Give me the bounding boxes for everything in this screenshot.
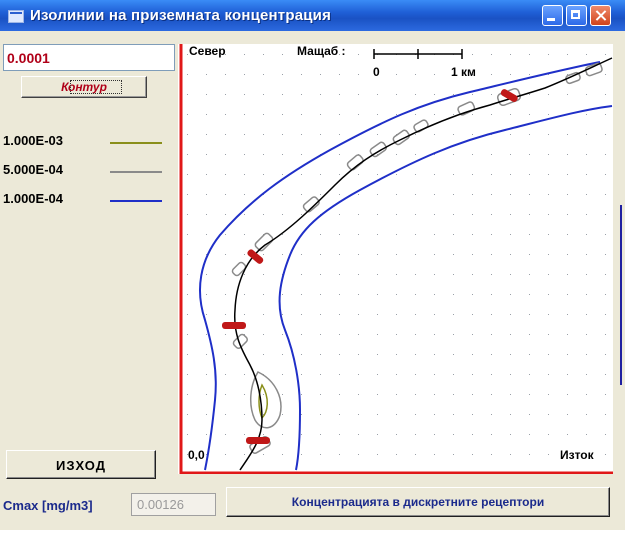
exit-button-label: ИЗХОД xyxy=(55,458,107,473)
receptors-button[interactable]: Концентрацията в дискретните рецептори xyxy=(226,487,610,517)
maximize-button[interactable] xyxy=(566,5,587,26)
legend-label: 1.000E-04 xyxy=(3,191,63,206)
scale-start-label: 0 xyxy=(373,65,380,79)
cmax-value-field[interactable]: 0.00126 xyxy=(131,493,216,516)
scale-end-label: 1 км xyxy=(451,65,476,79)
legend-swatch xyxy=(110,200,162,202)
cmax-label: Cmax [mg/m3] xyxy=(3,498,93,513)
legend-item: 1.000E-04 xyxy=(3,191,178,209)
legend-swatch xyxy=(110,142,162,144)
exit-button[interactable]: ИЗХОД xyxy=(6,450,156,479)
minimize-button[interactable] xyxy=(542,5,563,26)
map-canvas xyxy=(178,44,613,474)
concentration-input[interactable]: 0.0001 xyxy=(3,44,175,71)
window-right-edge xyxy=(620,205,622,385)
scale-label: Мащаб : xyxy=(297,44,346,58)
legend-item: 1.000E-03 xyxy=(3,133,178,151)
contour-button[interactable]: Контур xyxy=(21,76,147,98)
legend-label: 1.000E-03 xyxy=(3,133,63,148)
title-bar[interactable]: Изолинии на приземната концентрация xyxy=(0,0,625,31)
legend-swatch xyxy=(110,171,162,173)
application-window: Изолинии на приземната концентрация 0.00… xyxy=(0,0,625,530)
legend-label: 5.000E-04 xyxy=(3,162,63,177)
legend-item: 5.000E-04 xyxy=(3,162,178,180)
contour-map[interactable] xyxy=(178,44,613,474)
contour-button-label: Контур xyxy=(61,80,107,94)
east-label: Изток xyxy=(560,448,594,462)
north-label: Север xyxy=(189,44,226,58)
grid-dots xyxy=(178,44,613,474)
window-title: Изолинии на приземната концентрация xyxy=(30,7,332,24)
origin-label: 0,0 xyxy=(188,448,205,462)
window-icon xyxy=(8,10,24,23)
receptors-button-label: Концентрацията в дискретните рецептори xyxy=(291,495,545,509)
close-button[interactable] xyxy=(590,5,611,26)
